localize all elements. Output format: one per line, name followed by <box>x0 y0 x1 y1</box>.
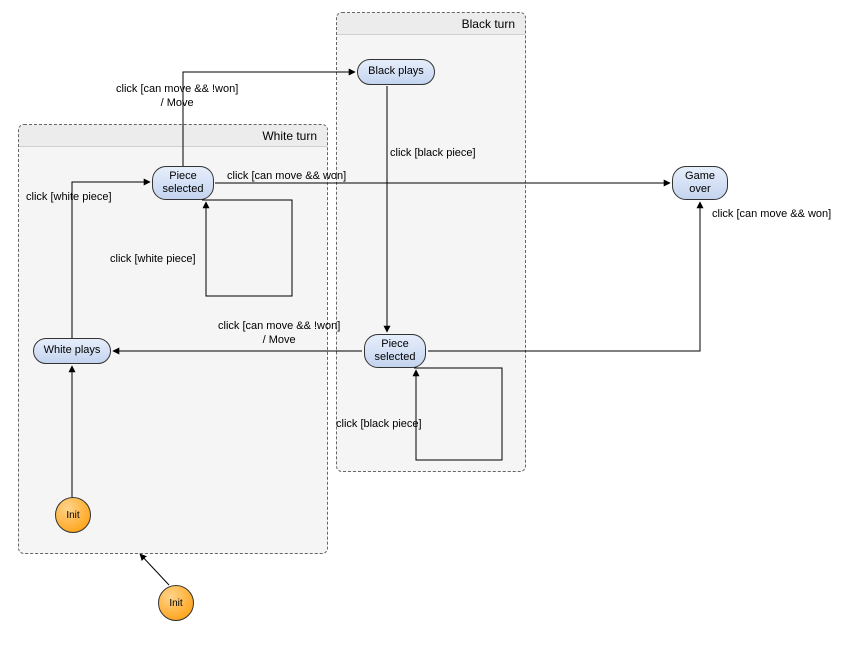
region-black-title: Black turn <box>462 17 515 31</box>
edge-label-white-piece-loop: click [white piece] <box>110 253 196 267</box>
init-inner-label: Init <box>66 510 79 521</box>
edge-label-white-to-game-over: click [can move && won] <box>227 170 346 184</box>
state-white-piece-selected-label: Piece selected <box>159 170 207 196</box>
init-outer-label: Init <box>169 598 182 609</box>
region-white-header: White turn <box>19 125 327 147</box>
state-game-over: Game over <box>672 166 728 200</box>
edge-label-black-to-game-over: click [can move && won] <box>712 208 831 222</box>
state-black-piece-selected: Piece selected <box>364 334 426 368</box>
state-white-plays: White plays <box>33 338 111 364</box>
state-black-plays: Black plays <box>357 59 435 85</box>
edge-label-white-to-black: click [can move && !won] / Move <box>116 83 238 111</box>
state-game-over-label: Game over <box>679 170 721 196</box>
region-black-header: Black turn <box>337 13 525 35</box>
init-inner: Init <box>55 497 91 533</box>
init-outer: Init <box>158 585 194 621</box>
state-black-piece-selected-label: Piece selected <box>371 338 419 364</box>
region-white-title: White turn <box>262 129 317 143</box>
edge-label-black-plays-guard: click [black piece] <box>390 147 476 161</box>
state-white-plays-label: White plays <box>44 344 101 357</box>
edge-label-white-plays-guard: click [white piece] <box>26 191 112 205</box>
state-black-plays-label: Black plays <box>368 65 424 78</box>
edge-label-black-to-white: click [can move && !won] / Move <box>218 320 340 348</box>
state-white-piece-selected: Piece selected <box>152 166 214 200</box>
edge-label-black-piece-loop: click [black piece] <box>336 418 422 432</box>
